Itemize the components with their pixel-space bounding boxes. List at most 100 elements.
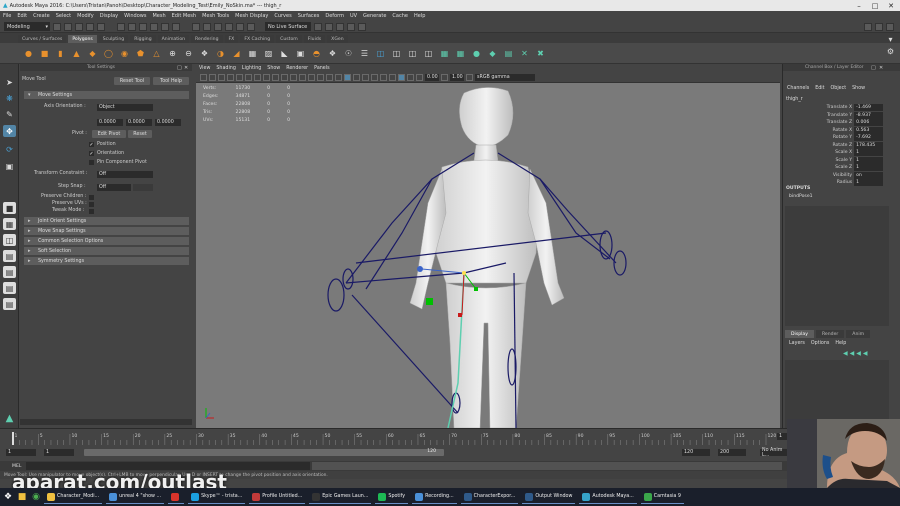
tweak-mode-checkbox[interactable] [89,209,94,214]
close-icon[interactable]: ✕ [884,0,898,11]
channel-menu-edit[interactable]: Edit [815,86,824,91]
insert-loop-icon[interactable]: ◫ [406,47,419,60]
channel-row[interactable]: Visibility on [783,171,883,179]
poly-cube-icon[interactable]: ■ [38,47,51,60]
pin-pivot-checkbox[interactable]: Pin Component Pivot [89,160,147,165]
gamma-field[interactable]: 1.00 [450,74,464,81]
toggle-modeling-toolkit-icon[interactable] [864,23,872,31]
select-hierarchy-icon[interactable] [117,22,125,31]
shelf-tab-animation[interactable]: Animation [157,35,190,43]
resolution-gate-icon[interactable] [254,74,261,81]
auto-map-icon[interactable]: ◆ [486,47,499,60]
smooth-icon[interactable]: ❖ [198,47,211,60]
fill-hole-icon[interactable]: ◓ [310,47,323,60]
isolate-select-icon[interactable] [380,74,387,81]
channel-value[interactable]: 1 [854,164,883,172]
snap-surface-icon[interactable] [236,22,244,31]
layer-menu-layers[interactable]: Layers [789,341,805,346]
menu-item-edit-mesh[interactable]: Edit Mesh [172,13,196,19]
shelf-tab-fx-caching[interactable]: FX Caching [240,35,275,43]
anti-aliasing-icon[interactable] [371,74,378,81]
preserve-children-checkbox[interactable] [89,195,94,200]
shelf-tab-curves-surfaces[interactable]: Curves / Surfaces [18,35,67,43]
channel-box-close-icon[interactable]: ✕ [879,65,883,71]
current-time-marker[interactable] [12,432,14,445]
panel-float-icon[interactable]: □ [177,65,182,71]
sew-uv-icon[interactable]: ✖ [534,47,547,60]
snap-view-icon[interactable] [225,22,233,31]
layer-tab-anim[interactable]: Anim [846,330,871,338]
taskbar-item[interactable]: Character_Modi... [44,490,103,504]
viewport-menu-renderer[interactable]: Renderer [286,66,308,71]
windows-start-icon[interactable]: ❖ [2,491,14,503]
exposure-icon[interactable] [416,74,423,81]
poly-plane-icon[interactable]: ◆ [86,47,99,60]
uv-editor-icon[interactable]: ▤ [502,47,515,60]
channel-value[interactable]: -7.692 [854,134,883,142]
shelf-tab-fx[interactable]: FX [224,35,239,43]
bridge-icon[interactable]: ▨ [262,47,275,60]
grid-icon[interactable] [236,74,243,81]
channel-value[interactable]: 0.006 [854,119,883,127]
layer-down-icon[interactable]: ◀ [850,350,855,357]
layer-tab-render[interactable]: Render [815,330,845,338]
graph-view-icon[interactable]: ▤ [3,266,16,278]
wireframe-icon[interactable] [299,74,306,81]
redo-icon[interactable] [97,22,105,31]
field-chart-icon[interactable] [272,74,279,81]
menu-item-deform[interactable]: Deform [325,13,344,19]
layer-menu-options[interactable]: Options [811,341,830,346]
channel-row[interactable]: Translate Y -8.937 [783,111,883,119]
lights-icon[interactable] [335,74,342,81]
target-weld-icon[interactable]: ☉ [342,47,355,60]
menu-item-mesh-tools[interactable]: Mesh Tools [202,13,229,19]
shelf-settings-icon[interactable]: ⚙ [884,45,897,58]
separate-icon[interactable]: ⊖ [182,47,195,60]
connect-icon[interactable]: ☰ [358,47,371,60]
gamma-icon[interactable] [441,74,448,81]
viewport-menu-lighting[interactable]: Lighting [242,66,261,71]
perspective-viewport[interactable]: View Shading Lighting Show Renderer Panels 0.… [196,64,780,428]
cut-uv-icon[interactable]: ✕ [518,47,531,60]
single-view-icon[interactable]: ■ [3,202,16,214]
mel-label[interactable]: MEL [12,464,21,469]
move-snap-section[interactable]: Move Snap Settings [24,227,189,235]
channel-value[interactable]: 178.435 [854,141,883,149]
edit-pivot-button[interactable]: Edit Pivot [92,130,126,138]
safe-title-icon[interactable] [290,74,297,81]
poly-pyramid-icon[interactable]: △ [150,47,163,60]
channel-row[interactable]: Translate Z 0.006 [783,119,883,127]
safe-action-icon[interactable] [281,74,288,81]
spherical-map-icon[interactable]: ● [470,47,483,60]
open-scene-icon[interactable] [64,22,72,31]
slide-edge-icon[interactable]: ◫ [390,47,403,60]
outliner-view-icon[interactable]: ▤ [3,250,16,262]
toggle-tool-settings-icon[interactable] [886,23,894,31]
taskbar-item[interactable] [168,490,185,504]
render-icon[interactable] [325,22,333,31]
move-tool-icon[interactable]: ✥ [3,125,16,137]
extrude-icon[interactable]: ▦ [246,47,259,60]
channel-row[interactable]: Scale Y1 [783,156,883,164]
scale-tool-icon[interactable]: ▣ [3,160,16,172]
snap-point-icon[interactable] [214,22,222,31]
taskbar-item[interactable]: Output Window [522,490,576,504]
shelf-tab-xgen[interactable]: XGen [327,35,348,43]
anim-layer-dropdown[interactable]: No Anim L... [760,448,790,458]
menu-item-create[interactable]: Create [33,13,50,19]
taskbar-item[interactable]: Autodesk Maya... [579,490,637,504]
camera-attr-icon[interactable] [209,74,216,81]
lasso-tool-icon[interactable]: ❋ [3,92,16,104]
quad-draw-icon[interactable]: ◫ [374,47,387,60]
menu-item-file[interactable]: File [3,13,11,19]
render-settings-icon[interactable] [347,22,355,31]
chrome-icon[interactable]: ◉ [30,491,42,503]
mirror-icon[interactable]: ◢ [230,47,243,60]
select-component-icon[interactable] [139,22,147,31]
channel-value[interactable]: 1 [854,156,883,164]
channel-row[interactable]: Rotate Z 178.435 [783,141,883,149]
file-explorer-icon[interactable]: ■ [16,491,28,503]
common-selection-section[interactable]: Common Selection Options [24,237,189,245]
menu-set-dropdown[interactable]: Modeling ▾ [4,22,50,31]
image-plane-icon[interactable] [227,74,234,81]
